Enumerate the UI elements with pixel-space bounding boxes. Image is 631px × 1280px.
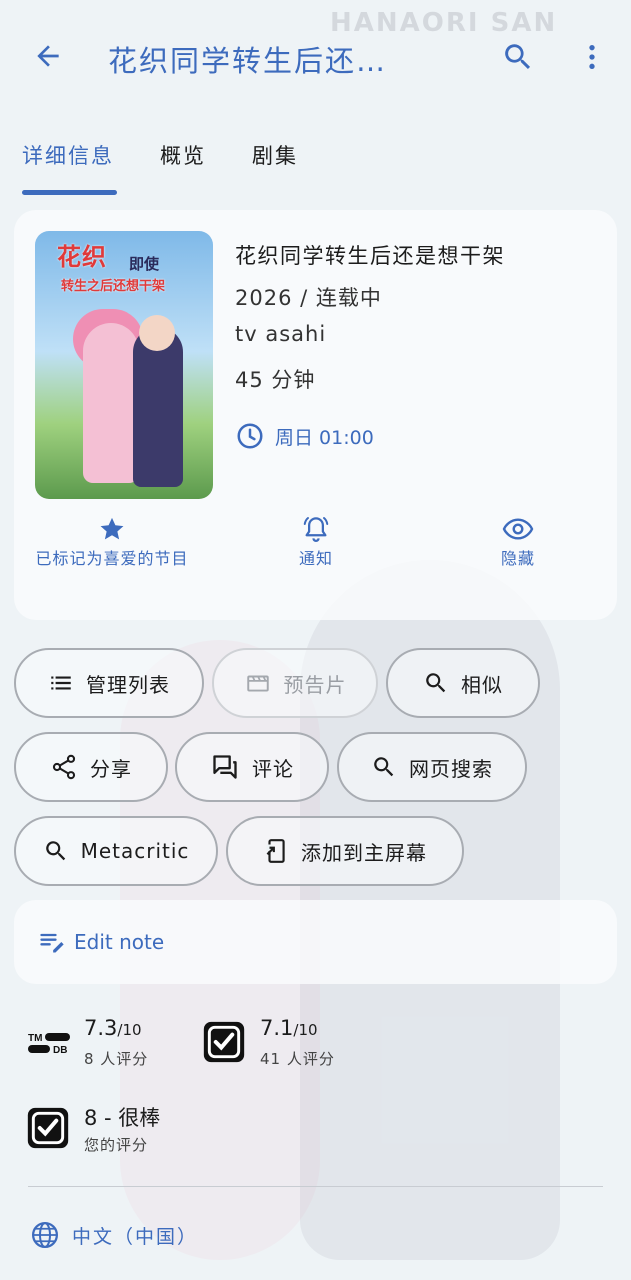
more-options-button[interactable] xyxy=(574,36,610,78)
search-icon xyxy=(426,673,446,693)
add-home-label: 添加到主屏幕 xyxy=(301,840,427,865)
manage-list-chip[interactable]: 管理列表 xyxy=(14,648,204,718)
language-row[interactable]: 中文（中国） xyxy=(30,1220,198,1250)
list-icon xyxy=(51,676,71,690)
tmdb-rating[interactable]: TM DB 7.3/10 8 人评分 xyxy=(26,1014,196,1074)
show-network: tv asahi xyxy=(235,322,327,346)
tab-overview[interactable]: 概览 xyxy=(160,140,206,170)
favorite-button[interactable]: 已标记为喜爱的节目 xyxy=(22,512,202,572)
web-search-label: 网页搜索 xyxy=(409,756,493,781)
airtime: 周日 01:00 xyxy=(235,420,374,452)
tmdb-logo: TM DB xyxy=(28,1033,70,1056)
favorite-label: 已标记为喜爱的节目 xyxy=(35,549,189,568)
page-title: 花织同学转生后还… xyxy=(108,44,388,78)
hide-button[interactable]: 隐藏 xyxy=(428,512,608,572)
trakt-rating[interactable]: 7.1/10 41 人评分 xyxy=(202,1014,382,1074)
checkbox-badge-icon xyxy=(203,1021,245,1063)
tmdb-score: 7.3/10 xyxy=(84,1016,142,1040)
poster-character xyxy=(83,323,139,483)
share-label: 分享 xyxy=(90,756,132,781)
trakt-count: 41 人评分 xyxy=(260,1050,335,1068)
app-bar: 花织同学转生后还… xyxy=(0,0,631,112)
add-to-home-icon xyxy=(266,839,285,863)
tab-bar: 详细信息 概览 剧集 xyxy=(0,128,631,198)
metacritic-chip[interactable]: Metacritic xyxy=(14,816,218,886)
notify-button[interactable]: 通知 xyxy=(226,512,406,572)
divider xyxy=(28,1186,603,1187)
notify-label: 通知 xyxy=(298,549,333,568)
add-home-chip[interactable]: 添加到主屏幕 xyxy=(226,816,464,886)
user-rating[interactable]: 8 - 很棒 您的评分 xyxy=(26,1100,226,1160)
trakt-score: 7.1/10 xyxy=(260,1016,318,1040)
show-info-card: 花织 即使 转生之后还想干架 花织同学转生后还是想干架 2026 / 连载中 t… xyxy=(14,210,617,620)
tab-details[interactable]: 详细信息 xyxy=(22,140,114,170)
show-runtime: 45 分钟 xyxy=(235,368,316,392)
poster-character xyxy=(133,327,183,487)
comments-chip[interactable]: 评论 xyxy=(175,732,329,802)
movie-icon xyxy=(246,675,269,692)
comments-label: 评论 xyxy=(252,756,294,781)
poster-title-line2: 转生之后还想干架 xyxy=(61,279,166,294)
similar-label: 相似 xyxy=(461,672,503,697)
poster-title: 花织 xyxy=(57,243,107,271)
user-score: 8 - 很棒 xyxy=(84,1106,161,1130)
edit-note-button[interactable]: Edit note xyxy=(14,900,617,984)
tab-indicator xyxy=(22,190,117,195)
svg-text:TM: TM xyxy=(28,1033,42,1044)
similar-chip[interactable]: 相似 xyxy=(386,648,540,718)
clock-icon xyxy=(237,423,263,449)
search-icon xyxy=(45,841,65,861)
user-score-label: 您的评分 xyxy=(84,1136,149,1154)
language-label: 中文（中国） xyxy=(72,1225,199,1248)
edit-note-label: Edit note xyxy=(74,930,165,954)
tmdb-count: 8 人评分 xyxy=(84,1050,149,1068)
tab-episodes[interactable]: 剧集 xyxy=(252,140,298,170)
star-icon xyxy=(100,517,124,540)
forum-icon xyxy=(213,755,237,779)
arrow-back-icon xyxy=(37,45,59,67)
eye-icon xyxy=(502,518,534,540)
edit-note-icon xyxy=(40,933,64,953)
bell-ring-icon xyxy=(303,517,329,542)
manage-list-label: 管理列表 xyxy=(86,672,170,697)
back-button[interactable] xyxy=(28,36,68,76)
search-icon xyxy=(374,757,394,777)
web-search-chip[interactable]: 网页搜索 xyxy=(337,732,527,802)
more-vert-icon xyxy=(589,45,595,69)
poster-character-head xyxy=(139,315,175,351)
checkbox-badge-icon xyxy=(27,1107,69,1149)
show-name: 花织同学转生后还是想干架 xyxy=(235,244,505,268)
globe-icon xyxy=(32,1222,58,1248)
poster-title-side: 即使 xyxy=(129,255,160,273)
show-poster[interactable]: 花织 即使 转生之后还想干架 xyxy=(35,231,213,499)
trailer-chip[interactable]: 预告片 xyxy=(212,648,378,718)
airtime-label: 周日 01:00 xyxy=(275,426,374,449)
share-icon xyxy=(52,754,76,780)
hide-label: 隐藏 xyxy=(500,549,535,568)
search-button[interactable] xyxy=(497,36,539,78)
share-chip[interactable]: 分享 xyxy=(14,732,168,802)
show-year-status: 2026 / 连载中 xyxy=(235,286,382,310)
svg-text:DB: DB xyxy=(53,1045,67,1056)
trailer-label: 预告片 xyxy=(283,672,347,697)
metacritic-label: Metacritic xyxy=(80,839,190,863)
search-icon xyxy=(505,44,531,70)
